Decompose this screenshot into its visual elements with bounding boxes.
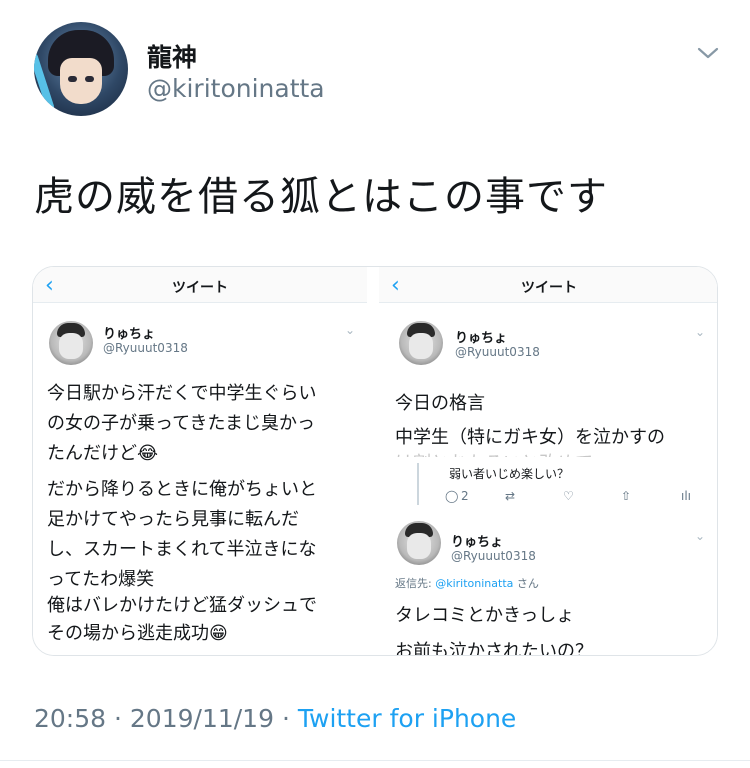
- user-handle[interactable]: @kiritoninatta: [147, 74, 325, 103]
- mini-user-name: りゅちょ: [451, 535, 504, 550]
- mini-avatar-face: [59, 333, 83, 359]
- reply-to-label: 返信先: @kiritoninatta さん: [395, 575, 539, 591]
- body-line: たんだけど😂: [47, 443, 159, 464]
- media-grid[interactable]: ‹ ツイート りゅちょ @Ryuuut0318 ⌄ 今日駅から汗だくで中学生ぐら…: [32, 266, 718, 656]
- mini-avatar-face: [407, 533, 431, 559]
- chevron-down-icon[interactable]: [696, 44, 720, 62]
- media-screenshot-right-top[interactable]: ‹ ツイート りゅちょ @Ryuuut0318 ⌄ 今日の格言 中学生（特にガキ…: [379, 267, 717, 457]
- reply-count: 2: [461, 489, 469, 503]
- mini-user-name: りゅちょ: [455, 331, 508, 346]
- tweet-header: 龍神 @kiritoninatta: [0, 0, 750, 130]
- mini-avatar: [49, 321, 93, 365]
- share-icon[interactable]: ⇧: [621, 489, 631, 503]
- body-line: 今日の格言: [395, 393, 485, 414]
- chevron-down-icon: ⌄: [695, 325, 706, 339]
- avatar-eye-left: [68, 76, 77, 82]
- mini-user-handle: @Ryuuut0318: [455, 345, 540, 359]
- chevron-down-icon: ⌄: [695, 529, 706, 543]
- body-line-cut: [47, 647, 191, 655]
- body-line: だから降りるときに俺がちょいと: [47, 479, 317, 500]
- body-line: 中学生（特にガキ女）を泣かすの: [395, 427, 665, 448]
- nav-bar: ‹ ツイート: [33, 267, 367, 303]
- display-name[interactable]: 龍神: [147, 38, 197, 74]
- chevron-down-icon: ⌄: [345, 323, 356, 337]
- media-divider-vertical: [371, 267, 379, 655]
- mini-avatar-face: [409, 333, 433, 359]
- body-line: の女の子が乗ってきたまじ臭かっ: [47, 413, 316, 434]
- avatar-eye-right: [85, 76, 94, 82]
- analytics-icon[interactable]: ılı: [681, 489, 691, 503]
- mini-user-handle: @Ryuuut0318: [451, 549, 536, 563]
- avatar-face: [60, 58, 102, 104]
- reply-to-prefix: 返信先:: [395, 577, 432, 590]
- retweet-icon[interactable]: ⇄: [505, 489, 515, 503]
- media-screenshot-left[interactable]: ‹ ツイート りゅちょ @Ryuuut0318 ⌄ 今日駅から汗だくで中学生ぐら…: [33, 267, 371, 655]
- body-line: 足かけてやったら見事に転んだ: [47, 509, 299, 530]
- reply-to-mention[interactable]: @kiritoninatta: [435, 577, 513, 590]
- tweet-date[interactable]: 2019/11/19: [130, 704, 274, 733]
- body-line-cut: は割とおもろいと改めて...: [395, 449, 610, 457]
- mini-user-name: りゅちょ: [103, 327, 156, 342]
- profile-avatar[interactable]: [34, 22, 128, 116]
- nav-bar: ‹ ツイート: [379, 267, 717, 303]
- tweet-meta: 20:58 · 2019/11/19 · Twitter for iPhone: [34, 704, 516, 733]
- meta-separator: ·: [281, 704, 290, 733]
- body-line: タレコミとかきっしょ: [395, 605, 575, 626]
- tweet-actions: ◯ 2 ⇄ ♡ ⇧ ılı: [445, 489, 701, 507]
- body-line-cut: お前も泣かされたいの？: [395, 641, 593, 656]
- tweet-text: 虎の威を借る狐とはこの事です: [34, 174, 608, 220]
- body-line: ってたわ爆笑: [47, 569, 155, 590]
- nav-title: ツイート: [172, 280, 228, 296]
- footer-divider: [0, 760, 750, 761]
- tweet-client-link[interactable]: Twitter for iPhone: [298, 704, 516, 733]
- like-icon[interactable]: ♡: [563, 489, 574, 503]
- mini-user-handle: @Ryuuut0318: [103, 341, 188, 355]
- reply-to-suffix: さん: [516, 577, 539, 590]
- body-line: 今日駅から汗だくで中学生ぐらい: [47, 383, 317, 404]
- mini-avatar: [399, 321, 443, 365]
- nav-title: ツイート: [521, 280, 577, 296]
- thread-line: [417, 463, 419, 505]
- meta-separator: ·: [114, 704, 122, 733]
- body-line: し、スカートまくれて半泣きにな: [47, 539, 317, 560]
- quoted-reply-text: 弱い者いじめ楽しい？: [449, 467, 570, 481]
- media-screenshot-right-bottom[interactable]: 弱い者いじめ楽しい？ ◯ 2 ⇄ ♡ ⇧ ılı りゅちょ @Ryuuut031…: [379, 463, 717, 656]
- body-line: その場から逃走成功😁: [47, 623, 228, 644]
- mini-avatar: [397, 521, 441, 565]
- body-line: 俺はバレかけたけど猛ダッシュで: [47, 595, 317, 616]
- tweet-time[interactable]: 20:58: [34, 704, 106, 733]
- reply-icon[interactable]: ◯: [445, 489, 458, 503]
